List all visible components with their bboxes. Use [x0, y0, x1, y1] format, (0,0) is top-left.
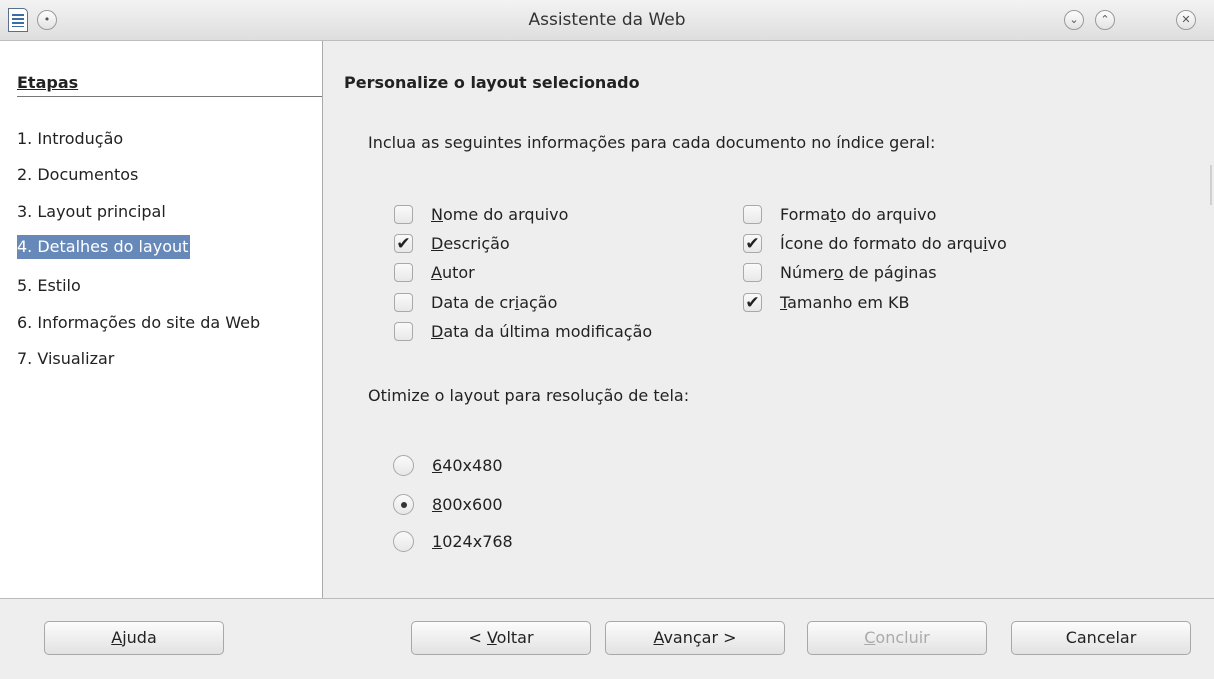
checkbox-modified-date[interactable]: Data da última modificação	[394, 322, 652, 341]
next-button[interactable]: Avançar >	[605, 621, 785, 655]
maximize-icon[interactable]: ⌃	[1095, 10, 1115, 30]
step-main-layout[interactable]: 3. Layout principal	[17, 200, 166, 224]
footer-divider	[0, 598, 1214, 599]
step-documents[interactable]: 2. Documentos	[17, 163, 138, 187]
step-site-info[interactable]: 6. Informações do site da Web	[17, 311, 260, 335]
checkbox-page-count[interactable]: Número de páginas	[743, 263, 937, 282]
checkbox-box[interactable]	[743, 205, 762, 224]
back-button[interactable]: < Voltar	[411, 621, 591, 655]
checkbox-box[interactable]	[394, 293, 413, 312]
checkbox-label: Formato do arquivo	[780, 205, 937, 224]
checkbox-format-icon[interactable]: ✔ Ícone do formato do arquivo	[743, 234, 1007, 253]
cancel-button[interactable]: Cancelar	[1011, 621, 1191, 655]
checkbox-description[interactable]: ✔ Descrição	[394, 234, 510, 253]
checkbox-author[interactable]: Autor	[394, 263, 475, 282]
page-title: Personalize o layout selecionado	[344, 73, 640, 92]
content-panel: Personalize o layout selecionado Inclua …	[323, 41, 1214, 598]
checkbox-label: Tamanho em KB	[780, 293, 910, 312]
help-button[interactable]: Ajuda	[44, 621, 224, 655]
checkmark-icon[interactable]: ✔	[743, 293, 762, 312]
radio-label: 1024x768	[432, 532, 513, 551]
checkbox-box[interactable]	[394, 205, 413, 224]
checkbox-label: Data de criação	[431, 293, 558, 312]
include-label: Inclua as seguintes informações para cad…	[368, 133, 936, 152]
scroll-indicator	[1210, 165, 1212, 205]
radio-label: 800x600	[432, 495, 503, 514]
checkbox-label: Ícone do formato do arquivo	[780, 234, 1007, 253]
radio-button[interactable]	[393, 531, 414, 552]
checkbox-box[interactable]	[394, 263, 413, 282]
checkbox-label: Data da última modificação	[431, 322, 653, 341]
checkmark-icon[interactable]: ✔	[743, 234, 762, 253]
checkbox-label: Descrição	[431, 234, 510, 253]
resolution-label: Otimize o layout para resolução de tela:	[368, 386, 690, 405]
checkbox-label: Número de páginas	[780, 263, 937, 282]
minimize-icon[interactable]: ⌄	[1064, 10, 1084, 30]
checkbox-label: Autor	[431, 263, 475, 282]
checkbox-box[interactable]	[743, 263, 762, 282]
step-preview[interactable]: 7. Visualizar	[17, 347, 114, 371]
checkbox-box[interactable]	[394, 322, 413, 341]
radio-button[interactable]	[393, 455, 414, 476]
radio-label: 640x480	[432, 456, 503, 475]
checkmark-icon[interactable]: ✔	[394, 234, 413, 253]
step-introduction[interactable]: 1. Introdução	[17, 127, 123, 151]
checkbox-size-kb[interactable]: ✔ Tamanho em KB	[743, 293, 909, 312]
window-title: Assistente da Web	[528, 10, 686, 30]
steps-panel: Etapas 1. Introdução 2. Documentos 3. La…	[0, 41, 322, 598]
radio-button-selected[interactable]	[393, 494, 414, 515]
radio-800x600[interactable]: 800x600	[393, 494, 503, 515]
checkbox-label: Nome do arquivo	[431, 205, 569, 224]
finish-button[interactable]: Concluir	[807, 621, 987, 655]
checkbox-file-format[interactable]: Formato do arquivo	[743, 205, 936, 224]
checkbox-filename[interactable]: Nome do arquivo	[394, 205, 568, 224]
title-bar: • Assistente da Web ⌄ ⌃ ✕	[0, 0, 1214, 41]
steps-title: Etapas	[17, 73, 322, 97]
radio-640x480[interactable]: 640x480	[393, 455, 503, 476]
step-layout-details[interactable]: 4. Detalhes do layout	[17, 235, 191, 259]
radio-1024x768[interactable]: 1024x768	[393, 531, 513, 552]
checkbox-creation-date[interactable]: Data de criação	[394, 293, 557, 312]
step-style[interactable]: 5. Estilo	[17, 274, 81, 298]
close-icon[interactable]: ✕	[1176, 10, 1196, 30]
